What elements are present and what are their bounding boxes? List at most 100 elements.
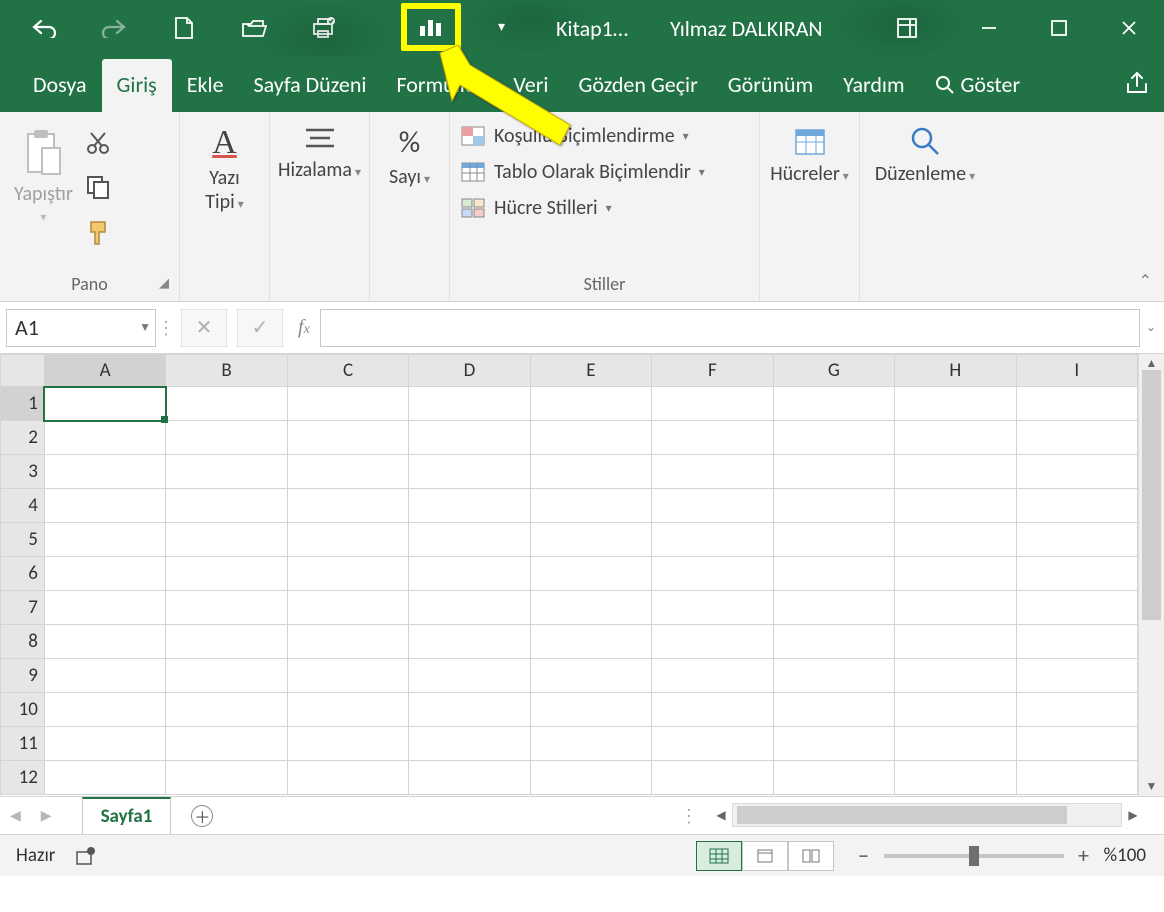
sheet-table[interactable]: ABCDEFGHI123456789101112	[0, 354, 1138, 795]
editing-group-button[interactable]: Düzenleme	[868, 118, 982, 192]
row-header[interactable]: 9	[1, 659, 45, 693]
format-as-table-button[interactable]: Tablo Olarak Biçimlendir▾	[458, 154, 751, 190]
tab-file[interactable]: Dosya	[18, 59, 102, 112]
cell[interactable]	[652, 625, 773, 659]
column-header[interactable]: E	[530, 355, 651, 387]
cell[interactable]	[895, 387, 1016, 421]
tab-split-handle[interactable]: ⋮	[670, 805, 708, 827]
cell[interactable]	[530, 387, 651, 421]
new-sheet-button[interactable]: ＋	[191, 805, 213, 827]
cell[interactable]	[409, 489, 530, 523]
cell[interactable]	[530, 625, 651, 659]
cell[interactable]	[409, 727, 530, 761]
zoom-level[interactable]: %100	[1104, 844, 1146, 867]
cell[interactable]	[166, 659, 287, 693]
row-header[interactable]: 8	[1, 625, 45, 659]
paste-button[interactable]: Yapıştır ▾	[8, 122, 79, 231]
cell[interactable]	[287, 693, 408, 727]
cell[interactable]	[895, 557, 1016, 591]
cell[interactable]	[530, 557, 651, 591]
cell[interactable]	[773, 387, 894, 421]
cell[interactable]	[895, 727, 1016, 761]
cell[interactable]	[773, 489, 894, 523]
close-button[interactable]	[1094, 0, 1164, 56]
view-pagebreak-button[interactable]	[788, 841, 834, 871]
cell[interactable]	[895, 693, 1016, 727]
zoom-in-button[interactable]: +	[1074, 842, 1094, 869]
row-header[interactable]: 7	[1, 591, 45, 625]
cell[interactable]	[773, 455, 894, 489]
row-header[interactable]: 10	[1, 693, 45, 727]
cell[interactable]	[409, 659, 530, 693]
cell[interactable]	[287, 489, 408, 523]
user-name[interactable]: Yılmaz DALKIRAN	[670, 15, 823, 42]
cell[interactable]	[287, 557, 408, 591]
cell[interactable]	[773, 591, 894, 625]
cell[interactable]	[44, 489, 165, 523]
cell[interactable]	[652, 387, 773, 421]
cell[interactable]	[1016, 591, 1138, 625]
cell-styles-button[interactable]: Hücre Stilleri▾	[458, 190, 751, 226]
row-header[interactable]: 4	[1, 489, 45, 523]
cell[interactable]	[287, 727, 408, 761]
cell[interactable]	[652, 557, 773, 591]
collapse-ribbon-icon[interactable]: ⌃	[1139, 271, 1152, 291]
scroll-right-icon[interactable]: ▶	[1122, 808, 1144, 823]
column-header[interactable]: A	[44, 355, 165, 387]
copy-icon[interactable]	[85, 174, 111, 200]
macro-record-icon[interactable]	[75, 846, 97, 866]
cell[interactable]	[1016, 557, 1138, 591]
cut-icon[interactable]	[85, 130, 111, 156]
tab-review[interactable]: Gözden Geçir	[563, 59, 712, 112]
cell[interactable]	[895, 421, 1016, 455]
number-group-button[interactable]: % Sayı	[378, 118, 441, 195]
cell[interactable]	[652, 727, 773, 761]
cell[interactable]	[287, 761, 408, 795]
cell[interactable]	[166, 523, 287, 557]
cell[interactable]	[287, 387, 408, 421]
column-header[interactable]: D	[409, 355, 530, 387]
cell[interactable]	[44, 625, 165, 659]
zoom-out-button[interactable]: −	[854, 842, 874, 869]
cell[interactable]	[773, 659, 894, 693]
cell[interactable]	[652, 693, 773, 727]
cell[interactable]	[773, 557, 894, 591]
cell[interactable]	[652, 523, 773, 557]
cell[interactable]	[166, 727, 287, 761]
cell[interactable]	[44, 727, 165, 761]
cell[interactable]	[409, 387, 530, 421]
cell[interactable]	[44, 421, 165, 455]
cell[interactable]	[44, 557, 165, 591]
row-header[interactable]: 2	[1, 421, 45, 455]
cell[interactable]	[409, 693, 530, 727]
tab-home[interactable]: Giriş	[102, 59, 172, 112]
cell[interactable]	[44, 591, 165, 625]
cell[interactable]	[530, 455, 651, 489]
cell[interactable]	[1016, 659, 1138, 693]
cell[interactable]	[409, 591, 530, 625]
cell[interactable]	[530, 591, 651, 625]
display-options-icon[interactable]	[895, 16, 919, 40]
quickprint-icon[interactable]	[310, 14, 338, 42]
scroll-left-icon[interactable]: ◀	[710, 808, 732, 823]
column-header[interactable]: F	[652, 355, 773, 387]
cell[interactable]	[530, 489, 651, 523]
tab-formulas[interactable]: Formüller	[381, 59, 498, 112]
hscroll-thumb[interactable]	[737, 806, 1067, 824]
row-header[interactable]: 1	[1, 387, 45, 421]
cell[interactable]	[530, 761, 651, 795]
cell[interactable]	[166, 693, 287, 727]
cell[interactable]	[287, 625, 408, 659]
cell[interactable]	[166, 557, 287, 591]
cell[interactable]	[530, 523, 651, 557]
scroll-up-icon[interactable]: ▲	[1139, 356, 1164, 371]
row-header[interactable]: 11	[1, 727, 45, 761]
cell[interactable]	[409, 761, 530, 795]
column-header[interactable]: I	[1016, 355, 1138, 387]
cell[interactable]	[44, 659, 165, 693]
conditional-formatting-button[interactable]: Koşullu Biçimlendirme▾	[458, 118, 751, 154]
tab-help[interactable]: Yardım	[828, 59, 919, 112]
view-pagelayout-button[interactable]	[742, 841, 788, 871]
cell[interactable]	[652, 761, 773, 795]
sheet-tab-active[interactable]: Sayfa1	[82, 797, 172, 834]
